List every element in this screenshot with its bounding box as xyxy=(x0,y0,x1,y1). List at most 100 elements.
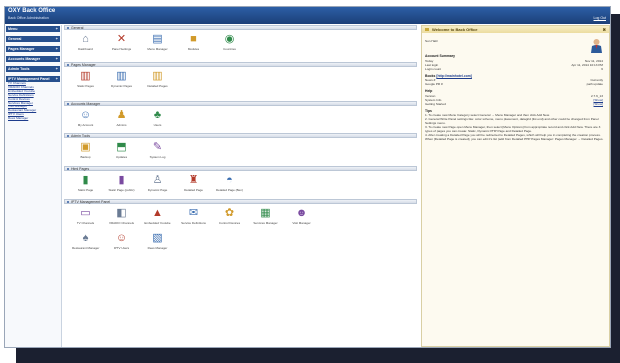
books-row: Google PR # path update xyxy=(422,82,609,86)
sidebar-section-iptv-management-panel[interactable]: IPTV Management Panel + xyxy=(6,76,60,82)
tool-label: Detailed Page (Ben) xyxy=(216,188,244,192)
tool-restaurant-manager[interactable]: ♠ Restaurant Manager xyxy=(72,232,99,252)
tool-label: Admins xyxy=(116,123,127,127)
tool-admins[interactable]: ♟ Admins xyxy=(108,109,135,129)
tip-item: 3. To create new Page open Menu Manager,… xyxy=(425,125,601,133)
tool-label: Embedded Youtube xyxy=(144,221,171,225)
tool-label: Service Definitions xyxy=(181,221,206,225)
drop-shadow-right xyxy=(611,14,620,348)
tips-list: 1. To create new Menu Category select Ge… xyxy=(422,113,609,141)
tool-service-definitions[interactable]: ✉ Service Definitions xyxy=(180,207,207,227)
sidebar: Menu + General + Pages Manager + Accounts Mana… xyxy=(5,25,62,347)
tool-label: Detailed Pages xyxy=(147,84,168,88)
tool-label: Static Pages xyxy=(77,84,94,88)
static-pages-icon: ▥ xyxy=(80,70,91,82)
screenshot-stage: OXY Back Office Back Office Administrati… xyxy=(0,0,620,363)
detailed-pages-icon: ▥ xyxy=(152,70,163,82)
tool-label: Services Manager xyxy=(253,221,278,225)
menu-manager-icon: ▤ xyxy=(152,33,163,45)
detailed-page-ben-icon: ◓ xyxy=(226,174,233,186)
section-pages-manager: Pages Manager xyxy=(64,62,417,67)
visit-manager-icon: ☻ xyxy=(295,207,308,219)
tool-updates[interactable]: ⬒ Updates xyxy=(108,141,135,161)
books-link[interactable]: [http://mainhotel.com] xyxy=(436,74,472,78)
logout-link[interactable]: Log Out xyxy=(594,16,606,20)
help-value[interactable]: [Show] xyxy=(594,102,603,106)
tool-label: Updates xyxy=(115,155,128,159)
vradio-channels-icon: ◧ xyxy=(116,207,127,219)
expand-icon[interactable]: + xyxy=(56,46,58,52)
tool-label: Dashboard xyxy=(78,47,93,51)
account-key: Login count xyxy=(425,66,441,71)
sidebar-section-menu[interactable]: Menu + xyxy=(6,26,60,32)
user-avatar-icon xyxy=(591,39,602,53)
tool-label: Users xyxy=(153,123,162,127)
static-page-public-icon: ▮ xyxy=(118,174,125,186)
tool-my-account[interactable]: ☺ My Account xyxy=(72,109,99,129)
expand-icon[interactable]: + xyxy=(56,76,58,82)
books-key: Google PR # xyxy=(425,82,443,86)
service-definitions-icon: ✉ xyxy=(188,207,199,219)
tool-services-manager[interactable]: ▦ Services Manager xyxy=(252,207,279,227)
expand-icon[interactable]: + xyxy=(56,26,58,32)
tool-tv-channels[interactable]: ▭ TV Channels xyxy=(72,207,99,227)
browser-window: OXY Back Office Back Office Administrati… xyxy=(4,6,611,348)
tool-control-devices[interactable]: ✿ Control Devices xyxy=(216,207,243,227)
tv-channels-icon: ▭ xyxy=(80,207,91,219)
tool-rees-manager[interactable]: ▧ Rees Manager xyxy=(144,232,171,252)
tool-backup[interactable]: ▣ Backup xyxy=(72,141,99,161)
tool-static-pages[interactable]: ▥ Static Pages xyxy=(72,70,99,90)
welcome-panel: Welcome to Back Office ✖ Son Halil Accou… xyxy=(421,25,610,347)
welcome-header: Welcome to Back Office ✖ xyxy=(422,26,609,33)
books-value: path update xyxy=(586,82,603,86)
embedded-youtube-icon: ▲ xyxy=(152,207,163,219)
tool-detailed-pages[interactable]: ▥ Detailed Pages xyxy=(144,70,171,90)
close-icon[interactable]: ✖ xyxy=(603,26,606,33)
tool-embedded-youtube[interactable]: ▲ Embedded Youtube xyxy=(144,207,171,227)
tip-item: 2. General Write Panel settings like: co… xyxy=(425,117,599,125)
tool-iptv-users[interactable]: ☺ IPTV Users xyxy=(108,232,135,252)
tool-countries[interactable]: ◉ Countries xyxy=(216,33,243,53)
tool-visit-manager[interactable]: ☻ Visit Manager xyxy=(288,207,315,227)
account-summary: Today Nov 11, 2014 Last login Apr 11, 2014 … xyxy=(422,59,609,71)
users-icon: ♣ xyxy=(153,109,162,121)
tool-label: Backup xyxy=(80,155,91,159)
sidebar-section-general[interactable]: General + xyxy=(6,36,60,42)
help-key: Getting Started xyxy=(425,101,446,106)
tool-users[interactable]: ♣ Users xyxy=(144,109,171,129)
tool-modules[interactable]: ■ Modules xyxy=(180,33,207,53)
expand-icon[interactable]: + xyxy=(56,36,58,42)
tool-dashboard[interactable]: ⌂ Dashboard xyxy=(72,33,99,53)
sidebar-section-accounts-manager[interactable]: Accounts Manager + xyxy=(6,56,60,62)
tool-dynamic-pages[interactable]: ▥ Dynamic Pages xyxy=(108,70,135,90)
drop-shadow-bottom xyxy=(16,348,620,363)
tool-detailed-page[interactable]: ♜ Detailed Page xyxy=(180,174,207,194)
sidebar-section-pages-manager[interactable]: Pages Manager + xyxy=(6,46,60,52)
services-manager-icon: ▦ xyxy=(260,207,271,219)
section-admin-tools: Admin Tools xyxy=(64,133,417,138)
tool-dynamic-page[interactable]: ♙ Dynamic Page xyxy=(144,174,171,194)
expand-icon[interactable]: + xyxy=(56,56,58,62)
sidebar-section-admin-tools[interactable]: Admin Tools + xyxy=(6,66,60,72)
tool-menu-manager[interactable]: ▤ Menu Manager xyxy=(144,33,171,53)
tool-system-log[interactable]: ✎ System Log xyxy=(144,141,171,161)
tool-label: Restaurant Manager xyxy=(72,246,100,250)
tool-static-page[interactable]: ▮ Static Page xyxy=(72,174,99,194)
tool-detailed-page-ben[interactable]: ◓ Detailed Page (Ben) xyxy=(216,174,243,194)
tool-label: Static Page (public) xyxy=(108,188,135,192)
static-page-icon: ▮ xyxy=(82,174,89,186)
tool-label: Menu Manager xyxy=(147,47,168,51)
expand-icon[interactable]: + xyxy=(56,66,58,72)
tool-panel-settings[interactable]: ✕ Panel Settings xyxy=(108,33,135,53)
tool-label: My Account xyxy=(77,123,94,127)
dynamic-pages-icon: ▥ xyxy=(116,70,127,82)
books-summary: News # Currently Google PR # path update xyxy=(422,78,609,86)
dynamic-page-icon: ♙ xyxy=(152,174,163,186)
tool-label: Detailed Page xyxy=(184,188,203,192)
tool-vradio-channels[interactable]: ◧ VRADIO Channels xyxy=(108,207,135,227)
tool-static-page-public[interactable]: ▮ Static Page (public) xyxy=(108,174,135,194)
help-row: Getting Started [Show] xyxy=(422,102,609,106)
